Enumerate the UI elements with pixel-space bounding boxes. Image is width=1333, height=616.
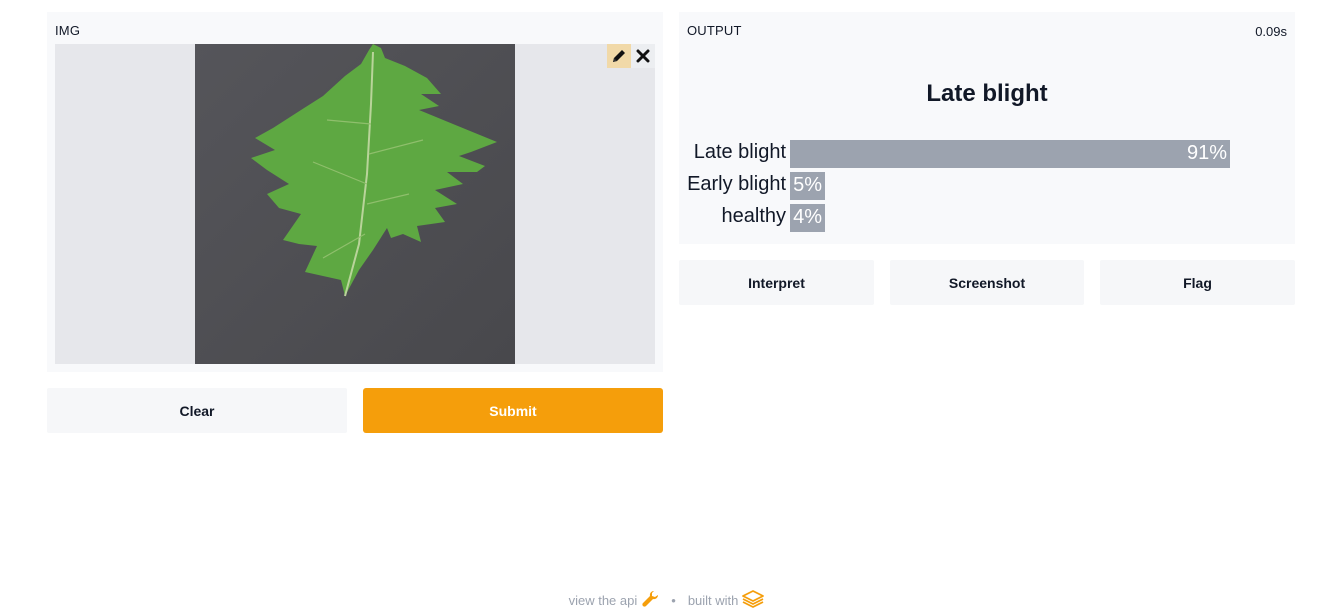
interpret-button[interactable]: Interpret (679, 260, 874, 305)
confidence-percent: 91% (1186, 142, 1227, 164)
output-label: OUTPUT (687, 23, 742, 38)
footer: view the api • built with (0, 590, 1333, 611)
confidence-label: Early blight (687, 173, 786, 195)
confidence-row: healthy 4% (679, 204, 1295, 232)
confidence-percent: 5% (793, 174, 822, 196)
wrench-icon (641, 590, 659, 611)
close-icon[interactable] (631, 44, 655, 68)
gradio-logo-icon (742, 590, 765, 611)
confidence-bar: 91% (790, 140, 1230, 168)
view-api-link[interactable]: view the api (569, 593, 638, 608)
confidence-percent: 4% (793, 206, 822, 228)
submit-button[interactable]: Submit (363, 388, 663, 433)
confidence-row: Early blight 5% (679, 172, 1295, 200)
predicted-label: Late blight (926, 80, 1048, 107)
flag-button[interactable]: Flag (1100, 260, 1295, 305)
pencil-icon[interactable] (607, 44, 631, 68)
output-panel: OUTPUT 0.09s Late blight Late blight 91%… (679, 12, 1295, 244)
screenshot-button[interactable]: Screenshot (890, 260, 1084, 305)
confidence-bar: 5% (790, 172, 825, 200)
clear-button[interactable]: Clear (47, 388, 347, 433)
image-toolbar (607, 44, 655, 68)
input-panel: IMG (47, 12, 663, 372)
footer-separator: • (671, 593, 676, 608)
confidence-bar: 4% (790, 204, 825, 232)
uploaded-image (195, 44, 515, 364)
confidence-row: Late blight 91% (679, 140, 1295, 168)
image-input-label: IMG (55, 23, 81, 38)
timing-label: 0.09s (1255, 24, 1287, 39)
built-with-link[interactable]: built with (688, 593, 739, 608)
confidence-label: healthy (721, 205, 787, 227)
confidence-label: Late blight (693, 141, 786, 163)
image-input-area[interactable] (55, 44, 655, 364)
